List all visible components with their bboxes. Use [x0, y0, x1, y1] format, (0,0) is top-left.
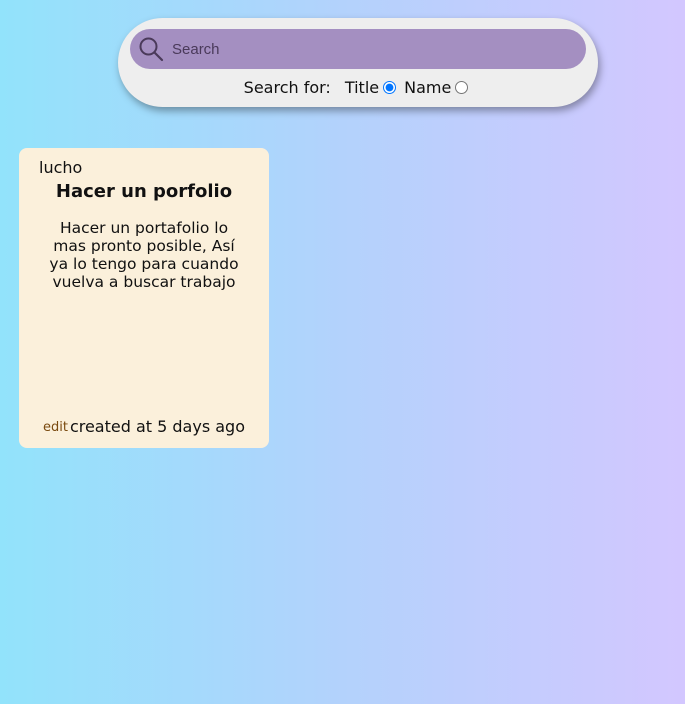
search-icon: [138, 36, 164, 62]
option-name-label: Name: [404, 78, 452, 97]
radio-name[interactable]: [455, 81, 469, 94]
search-for-label: Search for:: [243, 78, 331, 97]
radio-title[interactable]: [383, 81, 397, 94]
search-panel: Search for: Title Name: [118, 18, 598, 107]
edit-button[interactable]: edit: [43, 420, 68, 435]
card-title: Hacer un porfolio: [55, 181, 233, 202]
option-title[interactable]: Title: [344, 78, 397, 97]
card-author: lucho: [39, 158, 83, 177]
search-input[interactable]: [172, 29, 586, 69]
note-card: lucho Hacer un porfolio Hacer un portafo…: [19, 148, 269, 448]
card-created-date: created at 5 days ago: [69, 417, 245, 436]
option-title-label: Title: [344, 78, 380, 97]
card-body: Hacer un portafolio lo mas pronto posibl…: [49, 219, 239, 291]
option-name[interactable]: Name: [404, 78, 469, 97]
search-bar[interactable]: [130, 29, 586, 69]
search-options: Search for: Title Name: [118, 78, 598, 97]
